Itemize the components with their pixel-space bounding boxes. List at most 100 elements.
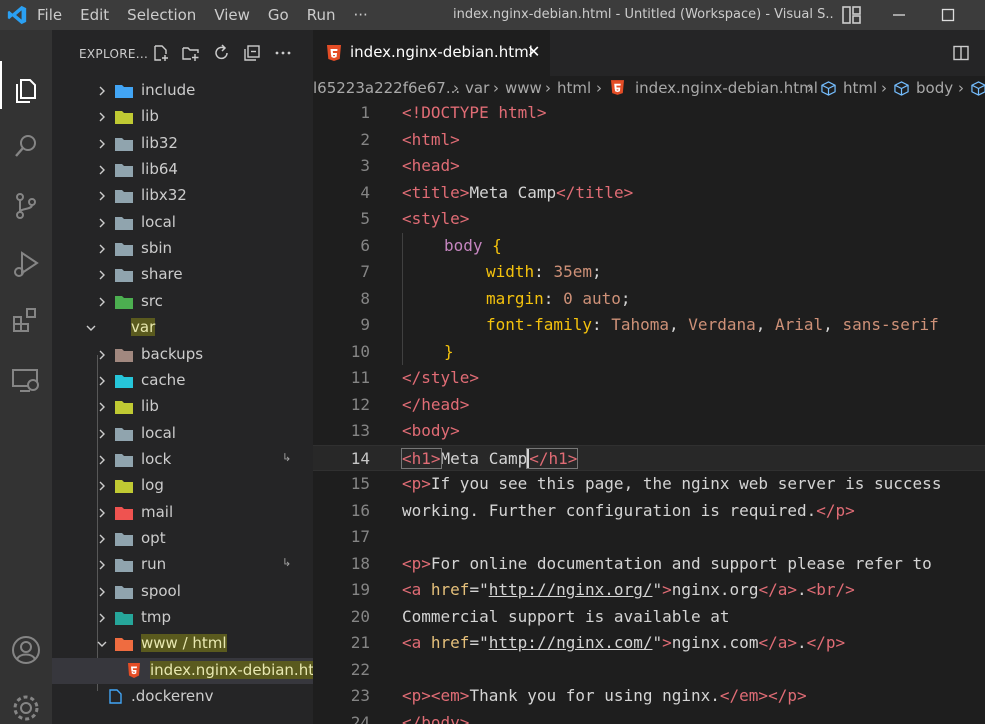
refresh-icon[interactable] — [213, 44, 231, 62]
code-line-current[interactable]: 14 <h1>Meta Camp </h1> — [313, 444, 985, 471]
code-line[interactable]: 16 working. Further configuration is req… — [313, 498, 985, 525]
tree-item[interactable]: cache — [52, 368, 313, 394]
chevron-right-icon[interactable] — [96, 507, 108, 519]
tree-item[interactable]: var — [52, 315, 313, 341]
code-line[interactable]: 23 <p><em>Thank you for using nginx.</em… — [313, 683, 985, 710]
chevron-right-icon[interactable] — [96, 296, 108, 308]
code-line[interactable]: 22 — [313, 657, 985, 684]
tree-item[interactable]: share — [52, 262, 313, 288]
tree-item[interactable]: local — [52, 210, 313, 236]
chevron-right-icon[interactable] — [96, 454, 108, 466]
code-line[interactable]: 17 — [313, 524, 985, 551]
code-line[interactable]: 2 <html> — [313, 127, 985, 154]
more-actions-icon[interactable] — [274, 44, 292, 62]
tree-item[interactable]: tmp — [52, 605, 313, 631]
menu-more[interactable]: ··· — [354, 6, 368, 24]
accounts-icon[interactable] — [10, 634, 42, 666]
chevron-right-icon[interactable] — [96, 612, 108, 624]
tree-item[interactable]: local — [52, 421, 313, 447]
tree-item[interactable]: lib — [52, 394, 313, 420]
code-line[interactable]: 7 width: 35em; — [313, 259, 985, 286]
menu-edit[interactable]: Edit — [80, 6, 109, 24]
breadcrumb-html-folder[interactable]: html — [557, 79, 591, 97]
extensions-icon[interactable] — [10, 304, 42, 336]
tree-item[interactable]: backups — [52, 342, 313, 368]
chevron-right-icon[interactable] — [96, 480, 108, 492]
chevron-right-icon[interactable] — [96, 559, 108, 571]
chevron-right-icon[interactable] — [96, 217, 108, 229]
code-line[interactable]: 6 body { — [313, 233, 985, 260]
new-file-icon[interactable] — [152, 44, 170, 62]
tree-item[interactable]: lib32 — [52, 131, 313, 157]
menu-go[interactable]: Go — [268, 6, 289, 24]
breadcrumb-file[interactable]: index.nginx-debian.html — [635, 79, 818, 97]
tree-item[interactable]: index.nginx-debian.ht... — [52, 657, 313, 684]
chevron-right-icon[interactable] — [96, 138, 108, 150]
tree-item[interactable]: include — [52, 78, 313, 104]
code-line[interactable]: 3 <head> — [313, 153, 985, 180]
code-line[interactable]: 18 <p>For online documentation and suppo… — [313, 551, 985, 578]
menu-selection[interactable]: Selection — [127, 6, 196, 24]
maximize-icon[interactable] — [925, 0, 971, 30]
settings-gear-icon[interactable] — [10, 692, 42, 724]
explorer-files-icon[interactable] — [10, 74, 42, 106]
code-line[interactable]: 4 <title>Meta Camp</title> — [313, 180, 985, 207]
chevron-right-icon[interactable] — [96, 349, 108, 361]
chevron-right-icon[interactable] — [96, 586, 108, 598]
menu-file[interactable]: File — [37, 6, 62, 24]
new-folder-icon[interactable] — [182, 44, 200, 62]
code-line[interactable]: 15 <p>If you see this page, the nginx we… — [313, 471, 985, 498]
tree-item[interactable]: lock ↳ — [52, 447, 313, 473]
search-icon[interactable] — [10, 130, 42, 162]
tree-item[interactable]: libx32 — [52, 183, 313, 209]
minimize-icon[interactable] — [876, 0, 922, 30]
code-line[interactable]: 1 <!DOCTYPE html> — [313, 100, 985, 127]
breadcrumb-www[interactable]: www — [505, 79, 542, 97]
source-control-icon[interactable] — [10, 190, 42, 222]
chevron-down-icon[interactable] — [96, 638, 108, 650]
chevron-right-icon[interactable] — [96, 533, 108, 545]
chevron-right-icon[interactable] — [96, 190, 108, 202]
code-editor[interactable]: 1 <!DOCTYPE html> 2 <html> 3 <head> 4 <t… — [313, 100, 985, 724]
code-line[interactable]: 21 <a href="http://nginx.com/">nginx.com… — [313, 630, 985, 657]
remote-explorer-icon[interactable] — [10, 364, 42, 396]
split-editor-icon[interactable] — [953, 45, 969, 61]
tree-item[interactable]: log — [52, 473, 313, 499]
chevron-right-icon[interactable] — [96, 164, 108, 176]
menu-view[interactable]: View — [214, 6, 250, 24]
customize-layout-icon[interactable] — [842, 6, 862, 24]
breadcrumb-var[interactable]: var — [465, 79, 489, 97]
collapse-all-icon[interactable] — [243, 44, 261, 62]
chevron-down-icon[interactable] — [85, 322, 97, 334]
chevron-right-icon[interactable] — [96, 269, 108, 281]
chevron-right-icon[interactable] — [96, 375, 108, 387]
tab-index-nginx-debian[interactable]: index.nginx-debian.html ✕ — [313, 30, 550, 76]
close-icon[interactable]: ✕ — [527, 42, 540, 61]
chevron-right-icon[interactable] — [96, 401, 108, 413]
code-line[interactable]: 12 </head> — [313, 392, 985, 419]
code-line[interactable]: 8 margin: 0 auto; — [313, 286, 985, 313]
tree-item[interactable]: opt — [52, 526, 313, 552]
chevron-right-icon[interactable] — [96, 428, 108, 440]
breadcrumb-body-element[interactable]: body — [916, 79, 953, 97]
code-line[interactable]: 13 <body> — [313, 418, 985, 445]
code-line[interactable]: 5 <style> — [313, 206, 985, 233]
chevron-right-icon[interactable] — [96, 243, 108, 255]
tree-item[interactable]: mail — [52, 500, 313, 526]
tree-item[interactable]: spool — [52, 579, 313, 605]
breadcrumb-root[interactable]: l65223a222f6e67... — [313, 79, 460, 97]
tree-item[interactable]: lib — [52, 104, 313, 130]
tree-item[interactable]: www / html — [52, 631, 313, 657]
menu-run[interactable]: Run — [307, 6, 336, 24]
tree-item[interactable]: sbin — [52, 236, 313, 262]
code-line[interactable]: 20 Commercial support is available at — [313, 604, 985, 631]
code-line[interactable]: 9 font-family: Tahoma, Verdana, Arial, s… — [313, 312, 985, 339]
code-line[interactable]: 11 </style> — [313, 365, 985, 392]
chevron-right-icon[interactable] — [96, 111, 108, 123]
breadcrumb-html-element[interactable]: html — [843, 79, 877, 97]
tree-item[interactable]: lib64 — [52, 157, 313, 183]
chevron-right-icon[interactable] — [96, 85, 108, 97]
code-line[interactable]: 24 </body> — [313, 710, 985, 724]
code-line[interactable]: 10 } — [313, 339, 985, 366]
tree-item[interactable]: .dockerenv — [52, 684, 313, 710]
